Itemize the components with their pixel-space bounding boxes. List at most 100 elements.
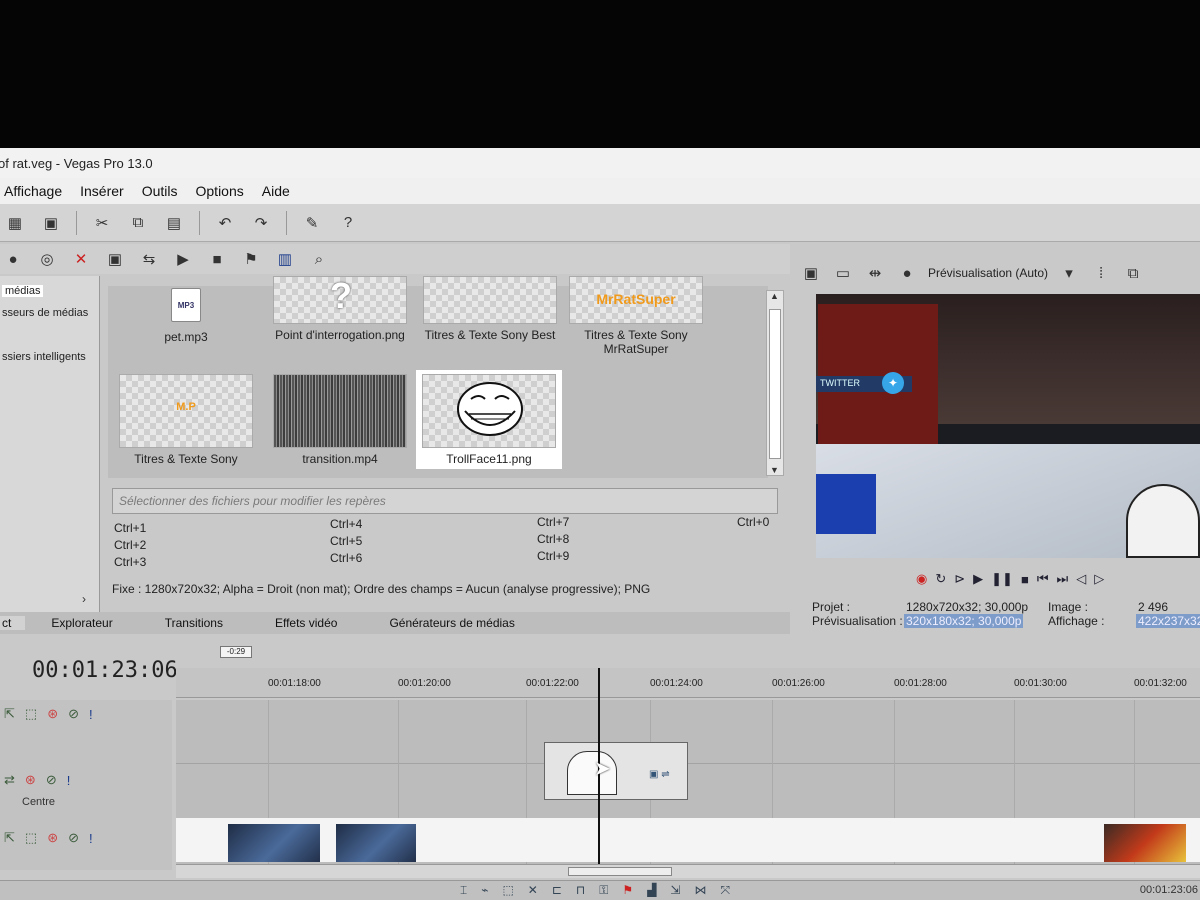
split-screen-icon[interactable]: ⇹ — [864, 262, 886, 284]
split-icon[interactable]: ⊓ — [576, 883, 585, 898]
play-from-start-icon[interactable]: ⊳ — [954, 571, 965, 587]
copy-snapshot-icon[interactable]: ⧉ — [1122, 262, 1144, 284]
delete-icon[interactable]: ✕ — [70, 248, 92, 270]
video-clip[interactable] — [1104, 824, 1186, 862]
tab-transitions[interactable]: Transitions — [139, 616, 249, 630]
menu-options[interactable]: Options — [187, 183, 253, 199]
media-item-selected[interactable]: TrollFace11.png — [416, 370, 562, 469]
record-icon[interactable]: ◉ — [916, 571, 927, 587]
lock-icon[interactable]: ⚿ — [599, 883, 608, 898]
save-icon[interactable]: ▣ — [40, 212, 62, 234]
chevron-down-icon[interactable]: ▾ — [1058, 262, 1080, 284]
media-scrollbar[interactable]: ▲ ▼ — [766, 290, 784, 476]
menu-inserer[interactable]: Insérer — [71, 183, 133, 199]
cut-icon[interactable]: ✂ — [91, 212, 113, 234]
scroll-down-icon[interactable]: ▼ — [770, 465, 779, 475]
grid-icon[interactable]: ⁞ — [1090, 262, 1112, 284]
prev-frame-icon[interactable]: ◁ — [1076, 571, 1086, 587]
search-media-icon[interactable]: ◎ — [36, 248, 58, 270]
menu-aide[interactable]: Aide — [253, 183, 299, 199]
tab-effets-video[interactable]: Effets vidéo — [249, 616, 363, 630]
scroll-thumb[interactable] — [769, 309, 781, 459]
tree-item-sseurs[interactable]: sseurs de médias — [2, 302, 99, 324]
tab-generateurs[interactable]: Générateurs de médias — [363, 616, 540, 630]
media-item[interactable]: transition.mp4 — [270, 374, 410, 466]
track-composite-icon[interactable]: ⊛ — [47, 830, 58, 846]
delete-clip-icon[interactable]: ✕ — [528, 883, 538, 898]
envelope-tool-icon[interactable]: ⌁ — [481, 883, 488, 898]
media-item[interactable]: M.P Titres & Texte Sony — [116, 374, 256, 466]
paste-icon[interactable]: ▤ — [163, 212, 185, 234]
trim-icon[interactable]: ⊏ — [552, 883, 562, 898]
help-icon[interactable]: ? — [337, 212, 359, 234]
stop-icon[interactable]: ■ — [1021, 572, 1029, 587]
track-mute-icon[interactable]: ⊘ — [46, 772, 57, 788]
redo-icon[interactable]: ↷ — [250, 212, 272, 234]
normal-edit-tool-icon[interactable]: ⌶ — [460, 883, 467, 898]
undo-icon[interactable]: ↶ — [214, 212, 236, 234]
preview-properties-icon[interactable]: ▣ — [800, 262, 822, 284]
go-to-start-icon[interactable]: ⏮ — [1037, 571, 1049, 587]
track-composite-icon[interactable]: ⊛ — [47, 706, 58, 722]
track-fx-icon[interactable]: ⬚ — [25, 706, 37, 722]
track-solo-icon[interactable]: ! — [89, 831, 93, 846]
render-icon[interactable]: ✎ — [301, 212, 323, 234]
tab-project-media[interactable]: ct — [0, 616, 26, 630]
selection-tool-icon[interactable]: ⬚ — [502, 883, 513, 898]
zoom-icon[interactable]: ⌕ — [308, 248, 330, 270]
views-icon[interactable]: ▥ — [274, 248, 296, 270]
timeline-scrollbar[interactable] — [176, 864, 1200, 878]
stop-preview-icon[interactable]: ■ — [206, 248, 228, 270]
track-composite-icon[interactable]: ⊛ — [25, 772, 36, 788]
tree-item-medias[interactable]: médias — [2, 285, 44, 297]
track-motion-icon[interactable]: ⇱ — [4, 830, 15, 846]
go-to-end-icon[interactable]: ⏭ — [1057, 571, 1069, 587]
trollface-clip[interactable]: ▣ ⇌ — [544, 742, 688, 800]
copy-icon[interactable]: ⧉ — [127, 212, 149, 234]
link-icon[interactable]: ⇆ — [138, 248, 160, 270]
media-properties-icon[interactable]: ▣ — [104, 248, 126, 270]
track-fx-icon[interactable]: ⬚ — [25, 830, 37, 846]
ripple-icon[interactable]: ⋈ — [694, 883, 706, 898]
play-icon[interactable]: ▶ — [973, 571, 983, 587]
track-solo-icon[interactable]: ! — [67, 773, 71, 788]
timeline-ruler[interactable]: 00:01:18:00 00:01:20:00 00:01:22:00 00:0… — [176, 668, 1200, 698]
next-frame-icon[interactable]: ▷ — [1094, 571, 1104, 587]
tab-explorateur[interactable]: Explorateur — [25, 616, 138, 630]
video-track-strip[interactable] — [176, 818, 1200, 862]
media-item[interactable]: MP3 pet.mp3 — [116, 286, 256, 344]
track-motion-icon[interactable]: ⇄ — [4, 772, 15, 788]
track-motion-icon[interactable]: ⇱ — [4, 706, 15, 722]
loop-icon[interactable]: ↻ — [935, 571, 946, 587]
import-icon[interactable]: ● — [2, 248, 24, 270]
video-clip[interactable] — [336, 824, 416, 862]
track-solo-icon[interactable]: ! — [89, 707, 93, 722]
menu-outils[interactable]: Outils — [133, 183, 187, 199]
menu-affichage[interactable]: Affichage — [0, 183, 71, 199]
loop-region-flag[interactable]: -0:29 — [220, 646, 252, 658]
preview-quality-dropdown[interactable]: Prévisualisation (Auto) — [928, 266, 1048, 280]
media-item[interactable]: MrRatSuper Titres & Texte Sony MrRatSupe… — [566, 276, 706, 356]
play-preview-icon[interactable]: ▶ — [172, 248, 194, 270]
clip-fx-icon[interactable]: ▣ ⇌ — [649, 769, 670, 780]
scroll-thumb[interactable] — [568, 867, 672, 876]
marker-icon[interactable]: ⚑ — [622, 883, 633, 898]
media-item[interactable]: Titres & Texte Sony Best — [420, 276, 560, 342]
video-clip[interactable] — [228, 824, 320, 862]
media-item[interactable]: ? Point d'interrogation.png — [270, 275, 410, 342]
track-mute-icon[interactable]: ⊘ — [68, 706, 79, 722]
scroll-up-icon[interactable]: ▲ — [770, 291, 779, 301]
markers-field[interactable]: Sélectionner des fichiers pour modifier … — [112, 488, 778, 514]
external-monitor-icon[interactable]: ▭ — [832, 262, 854, 284]
chevron-right-icon[interactable]: › — [82, 592, 86, 606]
properties-icon[interactable]: ▦ — [4, 212, 26, 234]
region-icon[interactable]: ▟ — [647, 883, 656, 898]
pause-icon[interactable]: ❚❚ — [991, 571, 1013, 587]
overlay-icon[interactable]: ● — [896, 262, 918, 284]
shortcut-label: Ctrl+6 — [330, 551, 363, 565]
auto-preview-icon[interactable]: ⚑ — [240, 248, 262, 270]
auto-crossfade-icon[interactable]: ⤧ — [720, 883, 730, 898]
track-mute-icon[interactable]: ⊘ — [68, 830, 79, 846]
tree-item-smart-bins[interactable]: ssiers intelligents — [2, 346, 99, 368]
snap-icon[interactable]: ⇲ — [670, 883, 680, 898]
